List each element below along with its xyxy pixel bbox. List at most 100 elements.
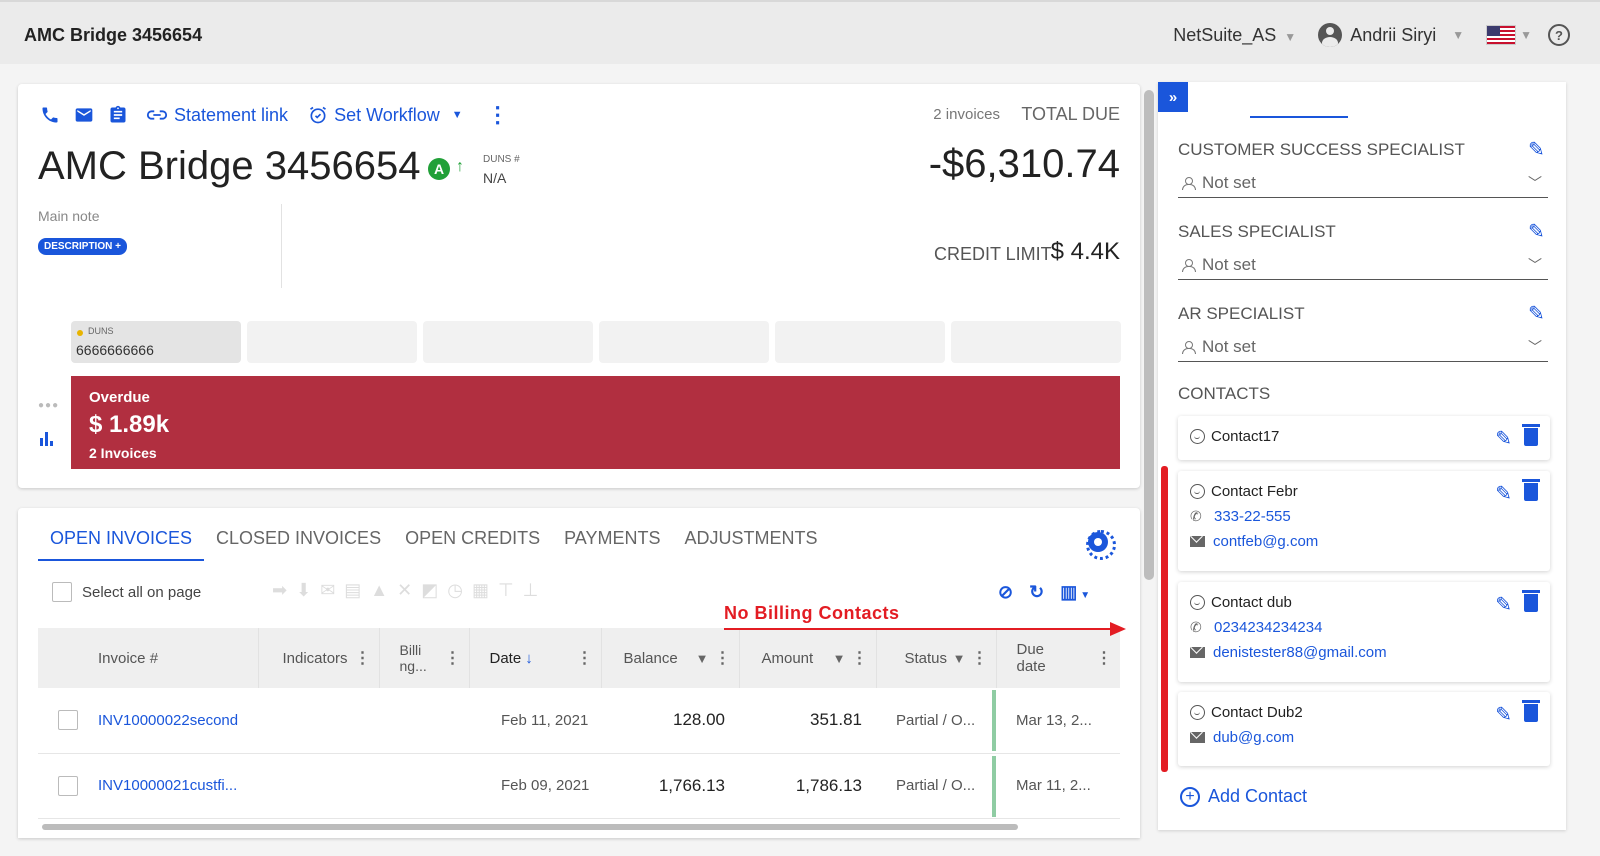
contact-email[interactable]: contfeb@g.com [1213, 533, 1318, 550]
column-label: Indicators [282, 649, 348, 667]
phone-icon[interactable] [38, 103, 62, 127]
contact-email[interactable]: dub@g.com [1213, 729, 1294, 746]
delete-icon[interactable] [1522, 700, 1540, 722]
column-header-status[interactable]: Status ▼ ⋮ [876, 628, 997, 688]
clear-filter-icon[interactable]: ⊘ [998, 582, 1013, 603]
row-checkbox[interactable] [58, 775, 78, 796]
select-all-checkbox[interactable] [52, 582, 72, 602]
invoice-link[interactable]: INV10000021custfi... [98, 777, 237, 794]
edit-icon[interactable]: ✎ [1495, 481, 1512, 506]
column-menu-icon[interactable]: ⋮ [715, 650, 731, 667]
contact-name: Contact dub [1211, 594, 1292, 611]
balance-cell: 1,766.13 [601, 753, 739, 819]
column-header-due-date[interactable]: Due date ⋮ [996, 628, 1120, 688]
clipboard-icon: ▤ [344, 580, 362, 600]
chevron-down-icon: ▼ [1452, 28, 1465, 42]
columns-icon[interactable]: ▥ ▼ [1060, 582, 1090, 603]
user-avatar-icon [1318, 23, 1343, 47]
help-icon[interactable]: ? [1548, 24, 1570, 46]
language-selector[interactable]: ▼ [1486, 25, 1532, 45]
delete-icon[interactable] [1522, 424, 1540, 446]
clipboard-icon[interactable] [106, 103, 130, 127]
column-header-billing[interactable]: Billi ng... ⋮ [379, 628, 470, 688]
settings-gear-icon[interactable] [1086, 530, 1116, 560]
tab-open-invoices[interactable]: OPEN INVOICES [38, 524, 205, 561]
column-menu-icon[interactable]: ⋮ [852, 650, 868, 667]
tab-payments[interactable]: PAYMENTS [552, 524, 672, 561]
top-bar: AMC Bridge 3456654 NetSuite_AS ▼ Andrii S… [0, 0, 1600, 64]
table-row[interactable]: INV10000021custfi... Feb 09, 2021 1,766.… [38, 753, 1120, 819]
contact-face-icon [1190, 484, 1205, 499]
annotation-label: No Billing Contacts [724, 603, 900, 623]
tab-closed-invoices[interactable]: CLOSED INVOICES [204, 524, 393, 561]
delete-icon[interactable] [1522, 479, 1540, 501]
filter-icon[interactable]: ▼ [833, 651, 846, 666]
column-header-indicators[interactable]: Indicators ⋮ [258, 628, 380, 688]
invoices-table: Invoice # Indicators ⋮ Billi ng... ⋮ Date ↓… [38, 628, 1120, 819]
account-selector[interactable]: NetSuite_AS ▼ [1173, 25, 1296, 46]
tab-open-credits[interactable]: OPEN CREDITS [393, 524, 552, 561]
column-header-invoice[interactable]: Invoice # [38, 628, 259, 688]
column-menu-icon[interactable]: ⋮ [972, 650, 988, 667]
collapse-panel-icon[interactable]: » [1158, 82, 1188, 112]
us-flag-icon [1486, 25, 1517, 45]
chevron-down-icon: ▼ [1284, 29, 1297, 44]
set-workflow-button[interactable]: Set Workflow ▼ [308, 105, 463, 126]
contact-email[interactable]: denistester88@gmail.com [1213, 644, 1387, 661]
edit-icon[interactable]: ✎ [1528, 304, 1548, 324]
arrow-down-icon: ↓ [525, 649, 533, 667]
statement-link-button[interactable]: Statement link [146, 105, 288, 126]
edit-icon[interactable]: ✎ [1495, 426, 1512, 451]
column-header-amount[interactable]: Amount ▼ ⋮ [739, 628, 877, 688]
more-vert-icon[interactable]: ⋮ [487, 102, 509, 128]
role-select[interactable]: Not set ﹀ [1178, 250, 1548, 280]
description-button[interactable]: DESCRIPTION + [38, 238, 127, 255]
edit-icon[interactable]: ✎ [1528, 140, 1548, 160]
role-select[interactable]: Not set ﹀ [1178, 332, 1548, 362]
contact-card[interactable]: Contact Dub2 ✎ dub@g.com [1178, 692, 1550, 766]
add-contact-button[interactable]: + Add Contact [1180, 786, 1307, 807]
tile-label: DUNS [88, 326, 114, 336]
contact-phone[interactable]: 333-22-555 [1214, 508, 1291, 525]
contact-card[interactable]: Contact Febr ✎ ✆ 333-22-555 contfeb@g.com [1178, 471, 1550, 571]
filter-icon[interactable]: ▼ [696, 651, 709, 666]
row-checkbox[interactable] [58, 710, 78, 731]
table-row[interactable]: INV10000022second Feb 11, 2021 128.00 35… [38, 688, 1120, 754]
phone-icon: ✆ [1190, 619, 1202, 635]
add-circle-icon: + [1180, 786, 1200, 807]
amount-cell: 351.81 [739, 688, 876, 754]
delete-icon[interactable] [1522, 590, 1540, 612]
invoice-link[interactable]: INV10000022second [98, 712, 238, 729]
contact-card[interactable]: Contact17 ✎ [1178, 416, 1550, 460]
refresh-icon[interactable]: ↻ [1029, 582, 1044, 603]
overdue-banner[interactable]: Overdue $ 1.89k 2 Invoices [71, 376, 1120, 469]
tab-adjustments[interactable]: ADJUSTMENTS [672, 524, 829, 561]
column-header-date[interactable]: Date ↓ ⋮ [469, 628, 602, 688]
bar-chart-icon[interactable] [40, 430, 56, 446]
duns-tile[interactable]: DUNS 6666666666 [71, 321, 241, 363]
add-contact-label: Add Contact [1208, 786, 1308, 806]
role-select[interactable]: Not set ﹀ [1178, 168, 1548, 198]
email-icon [1190, 536, 1205, 547]
email-icon[interactable] [72, 103, 96, 127]
contact-card[interactable]: Contact dub ✎ ✆ 0234234234234 denistester… [1178, 582, 1550, 682]
column-menu-icon[interactable]: ⋮ [577, 648, 593, 668]
contact-name: Contact17 [1211, 428, 1280, 445]
horizontal-scrollbar[interactable] [42, 824, 1018, 830]
empty-tile [423, 321, 593, 363]
column-menu-icon[interactable]: ⋮ [445, 648, 461, 668]
edit-icon[interactable]: ✎ [1495, 702, 1512, 727]
column-menu-icon[interactable]: ⋮ [1096, 648, 1112, 668]
timeline-dots-icon[interactable]: ●●● [38, 400, 59, 411]
overdue-count: 2 Invoices [89, 445, 157, 461]
column-menu-icon[interactable]: ⋮ [355, 648, 371, 668]
total-due-label: TOTAL DUE [1021, 104, 1120, 124]
user-menu[interactable]: Andrii Siryi ▼ [1318, 23, 1464, 47]
filter-icon[interactable]: ▼ [953, 651, 966, 666]
vertical-scrollbar[interactable] [1144, 90, 1154, 580]
edit-icon[interactable]: ✎ [1528, 222, 1548, 242]
contact-phone[interactable]: 0234234234234 [1214, 619, 1322, 636]
edit-icon[interactable]: ✎ [1495, 592, 1512, 617]
invoice-count: 2 invoices [933, 106, 1000, 123]
column-header-balance[interactable]: Balance ▼ ⋮ [601, 628, 740, 688]
